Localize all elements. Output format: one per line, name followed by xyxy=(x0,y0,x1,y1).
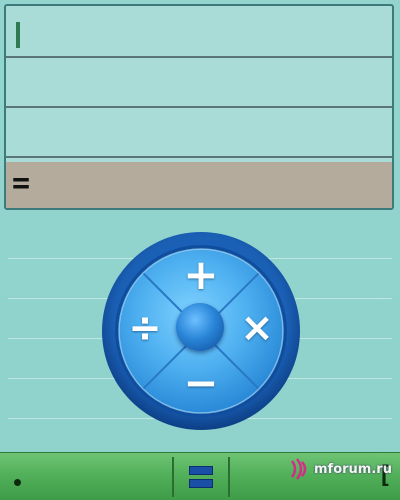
center-select-button[interactable] xyxy=(176,303,224,351)
result-row: = xyxy=(6,162,392,208)
divide-button[interactable]: ÷ xyxy=(118,305,172,351)
subtract-button[interactable]: − xyxy=(171,358,231,407)
watermark-text: mforum.ru xyxy=(314,461,392,477)
calculator-screen: = + − ÷ × [mforum.ru xyxy=(0,0,400,500)
display-divider xyxy=(6,56,392,58)
display-divider xyxy=(6,156,392,158)
result-equals-sign: = xyxy=(12,166,31,201)
watermark: mforum.ru xyxy=(286,456,392,482)
equals-icon xyxy=(189,464,213,490)
add-button[interactable]: + xyxy=(171,250,231,299)
left-softkey[interactable] xyxy=(0,453,130,500)
softkey-divider xyxy=(228,457,230,497)
signal-waves-icon xyxy=(290,458,307,480)
multiply-button[interactable]: × xyxy=(230,305,284,351)
display-divider xyxy=(6,106,392,108)
dot-icon xyxy=(14,479,21,486)
input-cursor xyxy=(16,22,20,48)
calculator-display: = xyxy=(4,4,394,210)
equals-softkey[interactable] xyxy=(174,453,228,500)
